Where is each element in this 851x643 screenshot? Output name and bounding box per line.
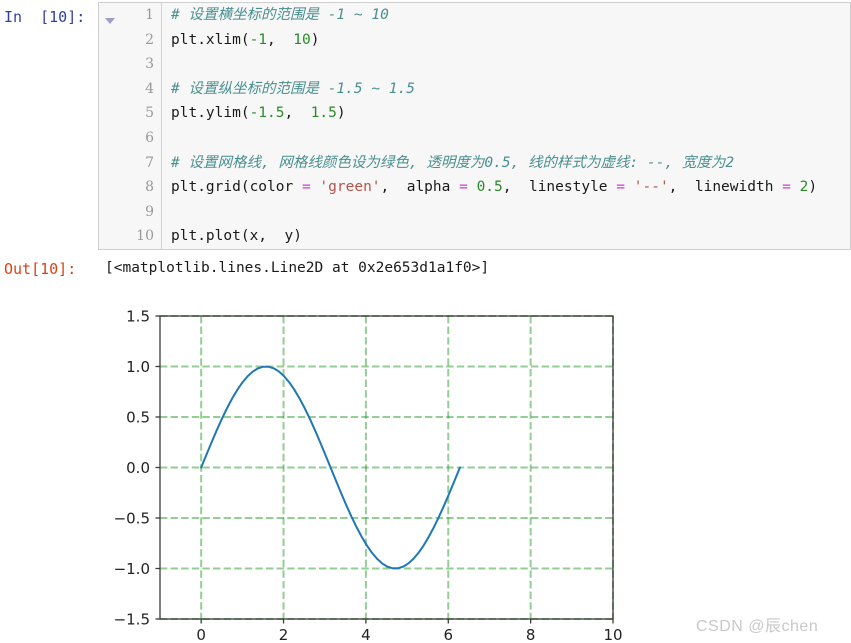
line-number: 2: [145, 31, 154, 48]
code-number: 0.5: [476, 179, 503, 196]
x-tick-label: 4: [361, 626, 371, 643]
x-tick-label: 10: [603, 626, 622, 643]
y-tick-label: −1.5: [114, 611, 150, 629]
y-tick-label: 0.5: [126, 409, 150, 427]
line-number: 5: [145, 105, 154, 122]
code-number: 1.5: [310, 105, 337, 122]
output-repr-text: [<matplotlib.lines.Line2D at 0x2e653d1a1…: [105, 260, 490, 276]
code-wrapper: 1 2 3 4 5 6 7 8 9 10 # 设置横坐标的范围是 -1 ~ 10…: [121, 3, 850, 249]
chevron-down-icon: [105, 18, 115, 24]
code-line-2: plt.xlim(-1, 10): [162, 28, 850, 53]
code-number: 10: [293, 31, 311, 48]
code-operator: =: [459, 179, 468, 196]
y-tick-label: 1.0: [126, 358, 150, 376]
code-token: , linestyle: [502, 179, 617, 196]
line-number-gutter: 1 2 3 4 5 6 7 8 9 10: [121, 3, 162, 249]
plot-canvas: 0 2 4 6 8 10 1.5 1.0 0.5 0.0 −0.5 −1.0 −1.5: [114, 308, 623, 643]
code-line-10: plt.plot(x, y): [171, 228, 302, 245]
y-tick-label: −0.5: [114, 510, 150, 528]
x-tick-label: 0: [196, 626, 206, 643]
code-comment: # 设置网格线, 网格线颜色设为绿色, 透明度为0.5, 线的样式为虚线: --…: [171, 154, 735, 171]
code-string: 'green': [319, 179, 381, 196]
code-line-1: # 设置横坐标的范围是 -1 ~ 10: [162, 3, 850, 28]
code-line-5: plt.ylim(-1.5, 1.5): [162, 101, 850, 126]
code-token: ): [310, 31, 320, 48]
line-number: 1: [145, 7, 154, 23]
code-line-8: plt.grid(color = 'green', alpha = 0.5, l…: [162, 175, 850, 200]
code-string: '--': [633, 179, 669, 196]
code-token: , linewidth: [668, 179, 783, 196]
code-operator: =: [616, 179, 626, 196]
x-tick-label: 2: [279, 626, 289, 643]
code-line-4: # 设置纵坐标的范围是 -1.5 ~ 1.5: [162, 77, 850, 102]
code-lines[interactable]: # 设置横坐标的范围是 -1 ~ 10 plt.xlim(-1, 10) # 设…: [162, 3, 850, 249]
x-tick-label: 6: [443, 626, 453, 643]
y-tick-label: 1.5: [126, 308, 150, 326]
line-number: 10: [136, 228, 154, 245]
cell-collapse-button[interactable]: [99, 3, 121, 249]
line-number: 3: [145, 56, 154, 73]
y-tick-label: 0.0: [126, 459, 150, 477]
line-number: 8: [145, 179, 154, 196]
notebook-output-row: Out[10]: [<matplotlib.lines.Line2D at 0x…: [0, 258, 851, 288]
line-number: 9: [145, 203, 154, 220]
input-prompt-label: In [10]:: [4, 8, 86, 26]
y-tick-label: −1.0: [114, 560, 150, 578]
code-comment: # 设置横坐标的范围是 -1 ~ 10: [171, 7, 389, 23]
code-token: ): [808, 179, 818, 196]
code-token: plt.grid(color: [171, 179, 302, 196]
code-operator: =: [782, 179, 791, 196]
code-token: plt.xlim(: [171, 31, 250, 48]
matplotlib-figure: 0 2 4 6 8 10 1.5 1.0 0.5 0.0 −0.5 −1.0 −1.5: [0, 296, 700, 643]
notebook-input-cell[interactable]: In [10]: 1 2 3 4 5 6 7 8 9 10 # 设置横坐标的范围…: [0, 0, 851, 252]
code-token: ,: [284, 105, 311, 122]
code-number: -1: [249, 31, 268, 48]
code-number: -1.5: [249, 105, 285, 122]
code-operator: =: [301, 179, 311, 196]
code-token: , alpha: [380, 179, 460, 196]
line-number: 7: [145, 154, 154, 171]
code-token: ,: [267, 31, 294, 48]
code-editor-area[interactable]: 1 2 3 4 5 6 7 8 9 10 # 设置横坐标的范围是 -1 ~ 10…: [98, 2, 851, 250]
code-line-7: # 设置网格线, 网格线颜色设为绿色, 透明度为0.5, 线的样式为虚线: --…: [162, 151, 850, 176]
code-token: plt.ylim(: [171, 105, 250, 122]
code-comment: # 设置纵坐标的范围是 -1.5 ~ 1.5: [171, 80, 415, 97]
output-prompt-label: Out[10]:: [4, 260, 77, 278]
csdn-watermark: CSDN @辰chen: [696, 618, 819, 635]
code-token: ): [336, 105, 346, 122]
x-tick-label: 8: [526, 626, 536, 643]
line-number: 4: [145, 80, 154, 97]
line-number: 6: [145, 129, 154, 146]
